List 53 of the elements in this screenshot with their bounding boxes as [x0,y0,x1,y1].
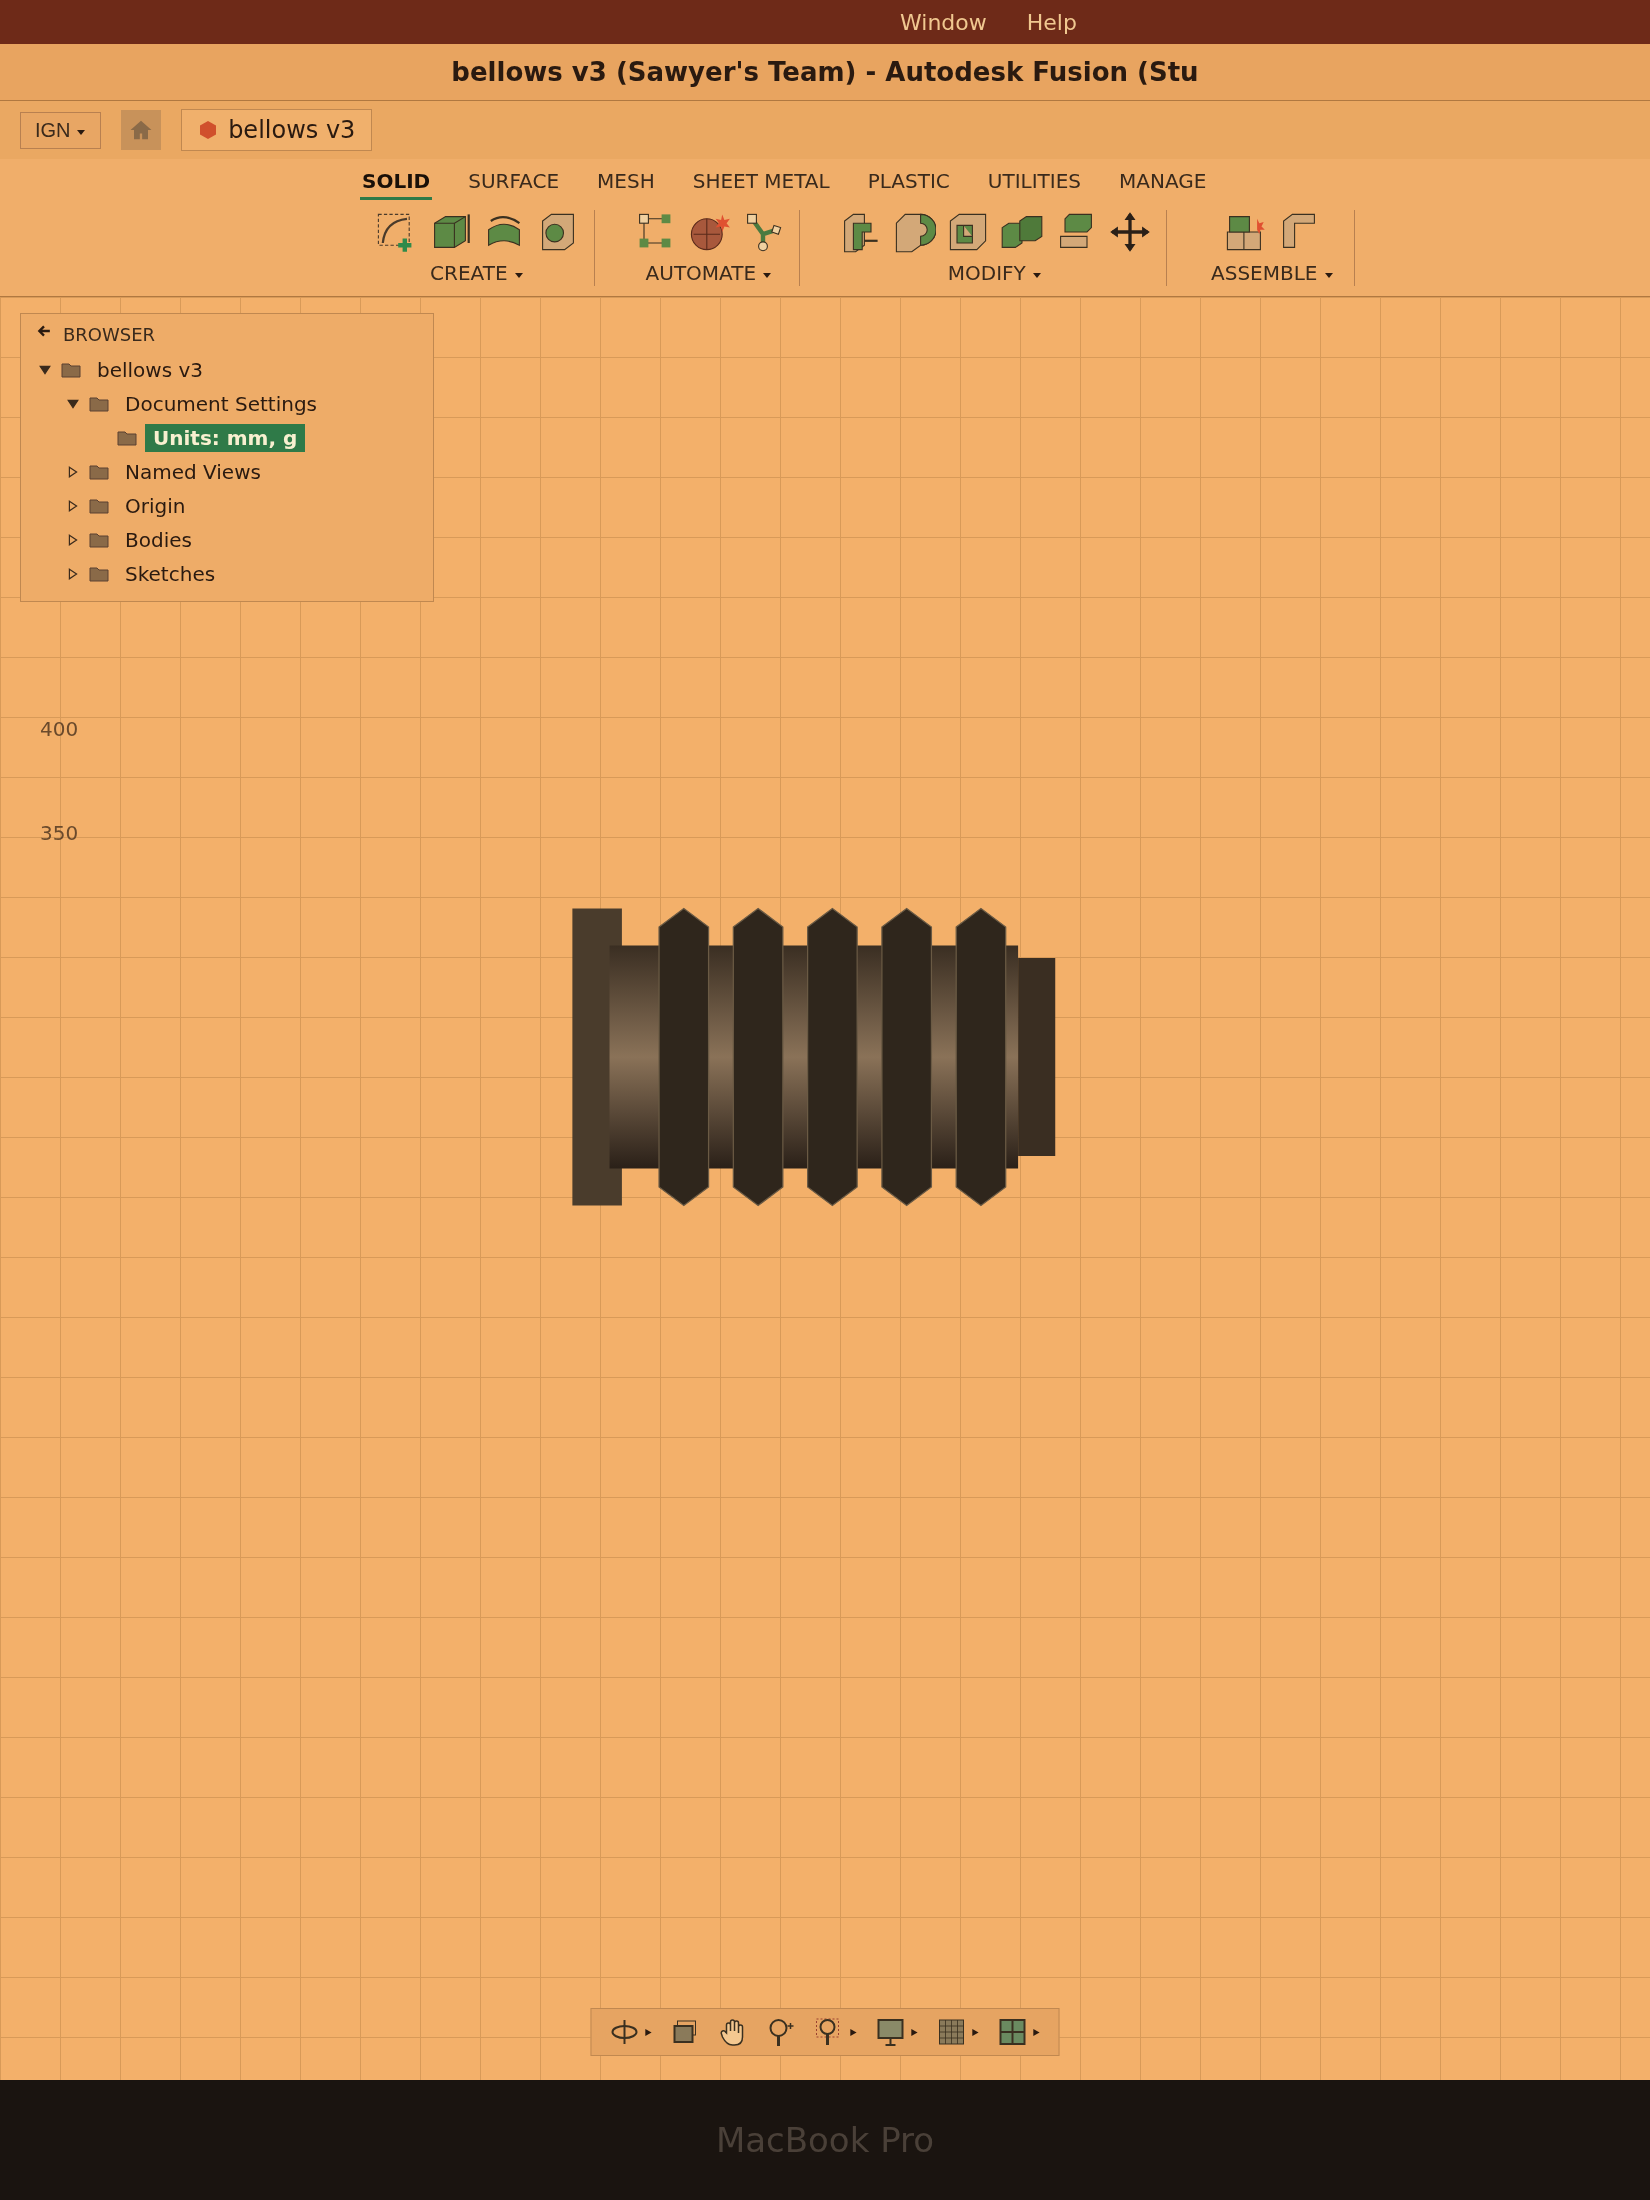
caret-icon [1032,270,1043,280]
toolbar-tab[interactable]: MANAGE [1117,165,1209,200]
hexagon-icon [198,120,219,140]
browser-tree-item[interactable]: Origin [117,492,194,520]
browser-tree-item[interactable]: Sketches [117,560,224,588]
toolbar-tab[interactable]: UTILITIES [985,165,1084,200]
viewports-icon[interactable] [997,2017,1028,2047]
toolbar-tab[interactable]: MESH [595,165,657,200]
monitor-icon[interactable] [875,2017,906,2047]
folder-icon [89,498,109,514]
window-title: bellows v3 (Sawyer's Team) - Autodesk Fusion (Stu [451,57,1199,87]
folder-icon [61,362,81,378]
menu-item[interactable]: Window [900,9,987,35]
tool-group-dropdown[interactable]: ASSEMBLE [1205,260,1340,286]
browser-tree-item[interactable]: Bodies [117,526,200,554]
toolbar-tab[interactable]: PLASTIC [865,165,952,200]
workspace-dropdown[interactable]: IGN [20,111,102,149]
caret-icon [513,270,524,280]
browser-tree-item[interactable]: Units: mm, g [145,424,306,452]
caret-icon[interactable] [848,2027,858,2037]
browser-tree-item[interactable]: Named Views [117,458,269,486]
folder-icon [89,566,109,582]
grid-icon[interactable] [936,2017,967,2047]
folder-icon [89,532,109,548]
design-canvas[interactable]: BROWSER bellows v3 Document Settings Units: mm, g Named Views Origin Bodies Sketches 400 350 [0,297,1650,2080]
toolbar-tab[interactable]: SOLID [360,165,433,200]
browser-tree-item[interactable]: bellows v3 [89,356,212,384]
folder-icon [89,396,109,412]
collapse-triangle-icon[interactable] [37,364,53,376]
folder-icon [117,430,137,446]
caret-icon [762,270,773,280]
caret-icon[interactable] [643,2027,653,2037]
document-tab-label: bellows v3 [228,116,356,144]
caret-icon[interactable] [1031,2027,1041,2037]
document-tab[interactable]: bellows v3 [181,109,373,151]
tool-group-dropdown[interactable]: MODIFY [941,260,1049,286]
grid-ruler-label: 400 [40,717,79,741]
tool-group-dropdown[interactable]: CREATE [424,260,530,286]
toolbar-tab[interactable]: SHEET METAL [690,165,832,200]
folder-icon [89,464,109,480]
browser-tree-item[interactable]: Document Settings [117,390,325,418]
collapse-arrow-icon[interactable] [37,324,51,338]
browser-title: BROWSER [63,324,156,345]
caret-icon [1323,270,1334,280]
menu-item[interactable]: Help [1026,9,1077,35]
toolbar-tab[interactable]: SURFACE [466,165,562,200]
collapse-triangle-icon[interactable] [65,398,81,410]
grid-ruler-label: 350 [40,821,79,845]
orbit-icon[interactable] [609,2017,640,2047]
move-arrows-icon[interactable] [1108,210,1152,254]
caret-icon[interactable] [970,2027,980,2037]
tool-group-dropdown[interactable]: AUTOMATE [639,260,779,286]
caret-icon[interactable] [909,2027,919,2037]
